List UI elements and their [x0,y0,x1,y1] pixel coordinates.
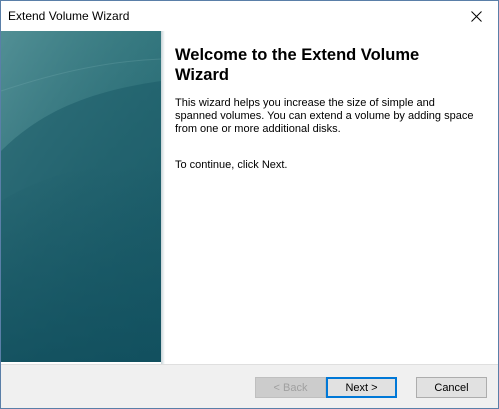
wizard-content: Welcome to the Extend Volume Wizard This… [1,31,498,364]
page-heading: Welcome to the Extend Volume Wizard [175,46,420,84]
back-button[interactable]: < Back [255,377,326,398]
next-button[interactable]: Next > [326,377,397,398]
continue-instruction: To continue, click Next. [175,159,288,171]
window-title: Extend Volume Wizard [8,9,130,23]
banner-divider [161,31,165,364]
extend-volume-wizard-window: Extend Volume Wizard Welcome to the Exte… [0,0,499,409]
cancel-button[interactable]: Cancel [416,377,487,398]
title-bar: Extend Volume Wizard [1,1,498,31]
wizard-footer: < Back Next > Cancel [1,364,498,408]
close-icon [470,10,482,22]
page-description: This wizard helps you increase the size … [175,97,474,135]
wizard-banner-image [1,31,161,362]
close-button[interactable] [454,1,498,31]
